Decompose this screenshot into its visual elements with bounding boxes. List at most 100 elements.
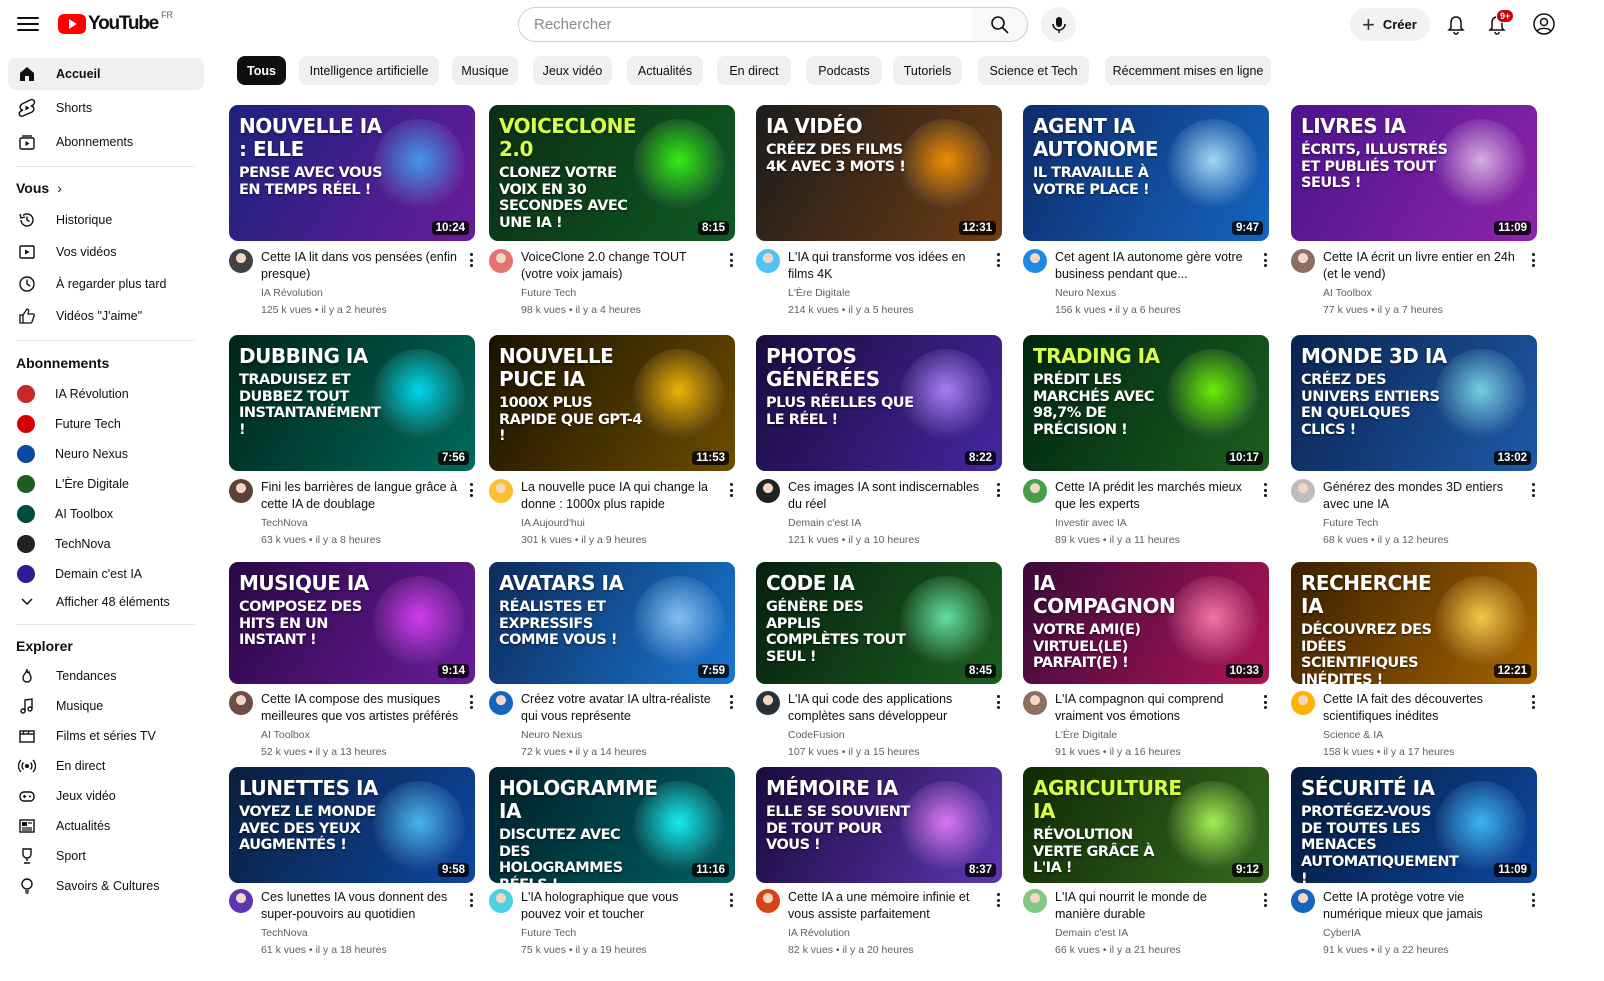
video-title[interactable]: L'IA compagnon qui comprend vraiment vos… [1055,691,1255,724]
sidebar-channel-item[interactable]: Neuro Nexus [8,438,204,470]
more-options-icon[interactable] [726,891,736,909]
more-options-icon[interactable] [466,693,476,711]
channel-name[interactable]: Investir avec IA [1055,517,1127,529]
filter-chip[interactable]: Tous [237,56,286,85]
sidebar-item-learning[interactable]: Savoirs & Cultures [8,870,204,902]
channel-name[interactable]: Demain c'est IA [1055,927,1128,939]
video-thumbnail[interactable]: Sécurité IA Protégez-vous de toutes les m… [1291,767,1537,883]
video-title[interactable]: Ces lunettes IA vous donnent des super-p… [261,889,461,922]
channel-avatar[interactable] [1291,249,1315,273]
create-button[interactable]: + Créer [1350,8,1430,41]
filter-chip[interactable]: Podcasts [806,56,882,85]
more-options-icon[interactable] [1528,693,1538,711]
video-thumbnail[interactable]: Mémoire IA Elle se souvient de tout pour … [756,767,1002,883]
filter-chip[interactable]: Récemment mises en ligne [1105,56,1271,85]
video-title[interactable]: Cette IA protège votre vie numérique mie… [1323,889,1523,922]
channel-name[interactable]: IA Révolution [261,287,323,299]
channel-name[interactable]: TechNova [261,517,308,529]
sidebar-channel-item[interactable]: TechNova [8,528,204,560]
video-title[interactable]: L'IA qui transforme vos idées en films 4… [788,249,988,282]
channel-avatar[interactable] [1291,479,1315,503]
video-thumbnail[interactable]: IA Vidéo Créez des films 4K avec 3 mots !… [756,105,1002,241]
channel-avatar[interactable] [1291,889,1315,913]
channel-name[interactable]: Future Tech [521,927,576,939]
filter-chip[interactable]: En direct [717,56,791,85]
more-options-icon[interactable] [993,251,1003,269]
video-thumbnail[interactable]: Lunettes IA Voyez le monde avec des yeux … [229,767,475,883]
channel-avatar[interactable] [756,691,780,715]
video-thumbnail[interactable]: Dubbing IA Traduisez et dubbez tout insta… [229,335,475,471]
more-options-icon[interactable] [1260,481,1270,499]
channel-name[interactable]: Demain c'est IA [788,517,861,529]
more-options-icon[interactable] [1528,251,1538,269]
notifications-button[interactable] [1441,10,1471,40]
sidebar-item-music[interactable]: Musique [8,690,204,722]
sidebar-item-gaming[interactable]: Jeux vidéo [8,780,204,812]
channel-name[interactable]: IA Révolution [788,927,850,939]
channel-name[interactable]: AI Toolbox [1323,287,1372,299]
account-avatar[interactable] [1530,10,1558,38]
channel-name[interactable]: TechNova [261,927,308,939]
video-thumbnail[interactable]: Trading IA Prédit les marchés avec 98,7% … [1023,335,1269,471]
video-thumbnail[interactable]: Nouvelle puce IA 1000x plus rapide que GP… [489,335,735,471]
show-more-button[interactable]: Afficher 48 éléments [8,586,204,618]
video-thumbnail[interactable]: Agriculture IA Révolution verte grâce à l… [1023,767,1269,883]
video-title[interactable]: Fini les barrières de langue grâce à cet… [261,479,461,512]
search-button[interactable] [972,7,1028,42]
video-thumbnail[interactable]: Livres IA Écrits, illustrés et publiés to… [1291,105,1537,241]
video-thumbnail[interactable]: Agent IA autonome Il travaille à votre pl… [1023,105,1269,241]
sidebar-channel-item[interactable]: AI Toolbox [8,498,204,530]
youtube-logo[interactable]: YouTube FR [58,10,173,38]
video-thumbnail[interactable]: Avatars IA Réalistes et expressifs comme … [489,562,735,684]
video-title[interactable]: Cet agent IA autonome gère votre busines… [1055,249,1255,282]
channel-avatar[interactable] [489,249,513,273]
video-title[interactable]: Cette IA compose des musiques meilleures… [261,691,461,724]
channel-name[interactable]: CodeFusion [788,729,845,741]
sidebar-item-your-videos[interactable]: Vos vidéos [8,236,204,268]
video-thumbnail[interactable]: Code IA Génère des applis complètes tout … [756,562,1002,684]
sidebar-item-watch-later[interactable]: À regarder plus tard [8,268,204,300]
search-box[interactable] [518,7,973,42]
video-title[interactable]: L'IA qui code des applications complètes… [788,691,988,724]
video-title[interactable]: L'IA qui nourrit le monde de manière dur… [1055,889,1255,922]
more-options-icon[interactable] [1260,891,1270,909]
channel-avatar[interactable] [229,249,253,273]
more-options-icon[interactable] [466,251,476,269]
channel-avatar[interactable] [229,691,253,715]
more-options-icon[interactable] [726,693,736,711]
more-options-icon[interactable] [726,251,736,269]
more-options-icon[interactable] [466,891,476,909]
filter-chip[interactable]: Musique [452,56,518,85]
channel-name[interactable]: L'Ère Digitale [1055,729,1117,741]
video-title[interactable]: Cette IA fait des découvertes scientifiq… [1323,691,1523,724]
filter-chip[interactable]: Actualités [627,56,703,85]
menu-icon[interactable] [17,14,39,34]
sidebar-item-trending[interactable]: Tendances [8,660,204,692]
sidebar-item-shorts[interactable]: Shorts [8,92,204,124]
more-options-icon[interactable] [1528,891,1538,909]
sidebar-item-live[interactable]: En direct [8,750,204,782]
video-thumbnail[interactable]: Hologramme IA Discutez avec des hologramm… [489,767,735,883]
sidebar-item-liked-videos[interactable]: Vidéos "J'aime" [8,300,204,332]
channel-name[interactable]: CyberIA [1323,927,1361,939]
video-thumbnail[interactable]: Musique IA Composez des hits en un instan… [229,562,475,684]
channel-name[interactable]: Science & IA [1323,729,1383,741]
video-title[interactable]: Générez des mondes 3D entiers avec une I… [1323,479,1523,512]
video-title[interactable]: Cette IA prédit les marchés mieux que le… [1055,479,1255,512]
more-options-icon[interactable] [993,481,1003,499]
more-options-icon[interactable] [993,891,1003,909]
sidebar-item-movies[interactable]: Films et séries TV [8,720,204,752]
search-input[interactable] [534,16,972,33]
channel-avatar[interactable] [756,479,780,503]
video-thumbnail[interactable]: Monde 3D IA Créez des univers entiers en … [1291,335,1537,471]
channel-name[interactable]: IA Aujourd'hui [521,517,585,529]
more-options-icon[interactable] [1260,251,1270,269]
video-title[interactable]: Cette IA lit dans vos pensées (enfin pre… [261,249,461,282]
channel-avatar[interactable] [1023,691,1047,715]
more-options-icon[interactable] [1528,481,1538,499]
channel-avatar[interactable] [489,479,513,503]
video-thumbnail[interactable]: Photos générées plus réelles que le réel … [756,335,1002,471]
channel-avatar[interactable] [756,889,780,913]
video-thumbnail[interactable]: Nouvelle IA : elle pense avec vous en tem… [229,105,475,241]
filter-chip[interactable]: Intelligence artificielle [299,56,439,85]
